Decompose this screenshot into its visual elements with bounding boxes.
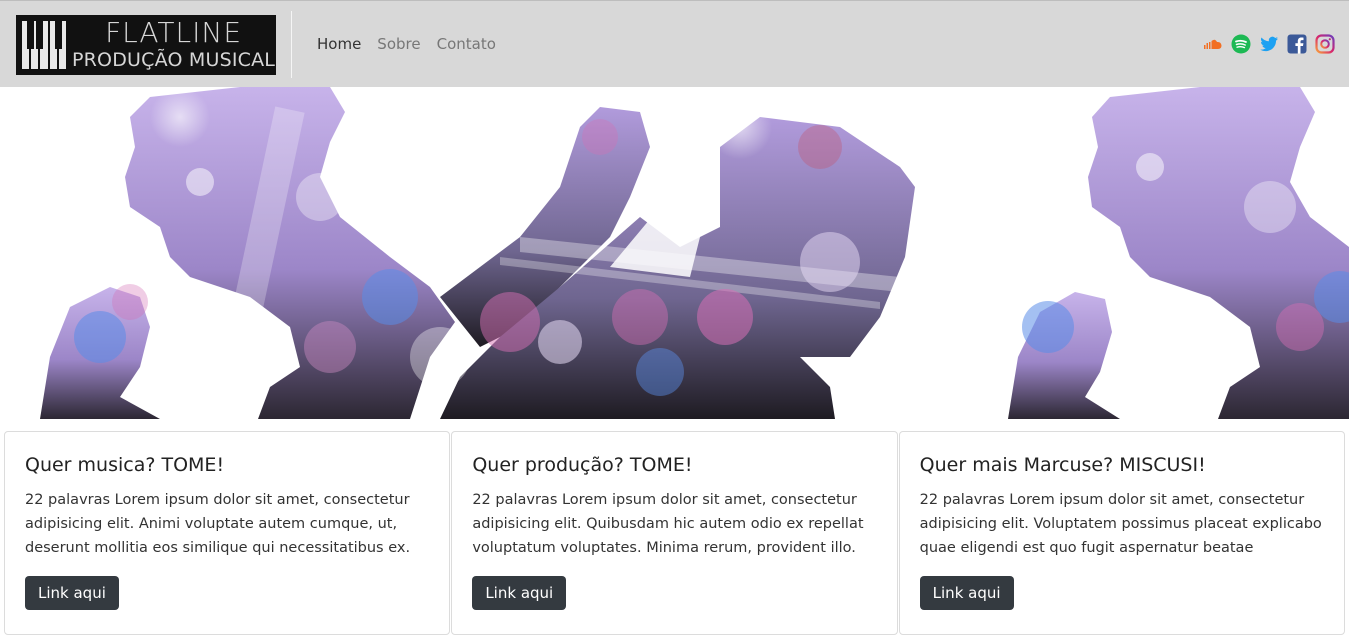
instagram-icon[interactable] [1315, 34, 1335, 54]
navbar: FLATLINE PRODUÇÃO MUSICAL Home Sobre Con… [0, 0, 1349, 87]
feature-card: Quer musica? TOME! 22 palavras Lorem ips… [4, 431, 451, 635]
social-links [1203, 34, 1335, 54]
feature-card: Quer mais Marcuse? MISCUSI! 22 palavras … [898, 431, 1345, 635]
main-nav: Home Sobre Contato [317, 35, 496, 53]
card-text: 22 palavras Lorem ipsum dolor sit amet, … [25, 492, 411, 556]
facebook-icon[interactable] [1287, 34, 1307, 54]
nav-item-contato[interactable]: Contato [437, 35, 496, 53]
card-text: 22 palavras Lorem ipsum dolor sit amet, … [919, 492, 1322, 556]
soundcloud-icon[interactable] [1203, 34, 1223, 54]
card-link-button[interactable]: Link aqui [919, 576, 1014, 610]
spotify-icon[interactable] [1231, 34, 1251, 54]
nav-item-home[interactable]: Home [317, 35, 361, 53]
card-link-button[interactable]: Link aqui [472, 576, 567, 610]
card-link-button[interactable]: Link aqui [25, 576, 119, 610]
nav-item-sobre[interactable]: Sobre [377, 35, 420, 53]
feature-cards: Quer musica? TOME! 22 palavras Lorem ips… [4, 431, 1345, 635]
piano-keys-icon [22, 21, 67, 69]
hero-banner-image [0, 87, 1349, 419]
card-title: Quer mais Marcuse? MISCUSI! [919, 454, 1206, 476]
navbar-divider [291, 11, 292, 78]
brand-subtitle: PRODUÇÃO MUSICAL [72, 49, 276, 71]
hero-illustration [40, 87, 1349, 419]
card-title: Quer produção? TOME! [472, 454, 693, 476]
card-title: Quer musica? TOME! [25, 454, 225, 476]
twitter-icon[interactable] [1259, 34, 1279, 54]
feature-card: Quer produção? TOME! 22 palavras Lorem i… [451, 431, 898, 635]
brand-title: FLATLINE [105, 16, 243, 49]
brand-logo[interactable]: FLATLINE PRODUÇÃO MUSICAL [16, 15, 276, 75]
card-text: 22 palavras Lorem ipsum dolor sit amet, … [472, 492, 864, 556]
